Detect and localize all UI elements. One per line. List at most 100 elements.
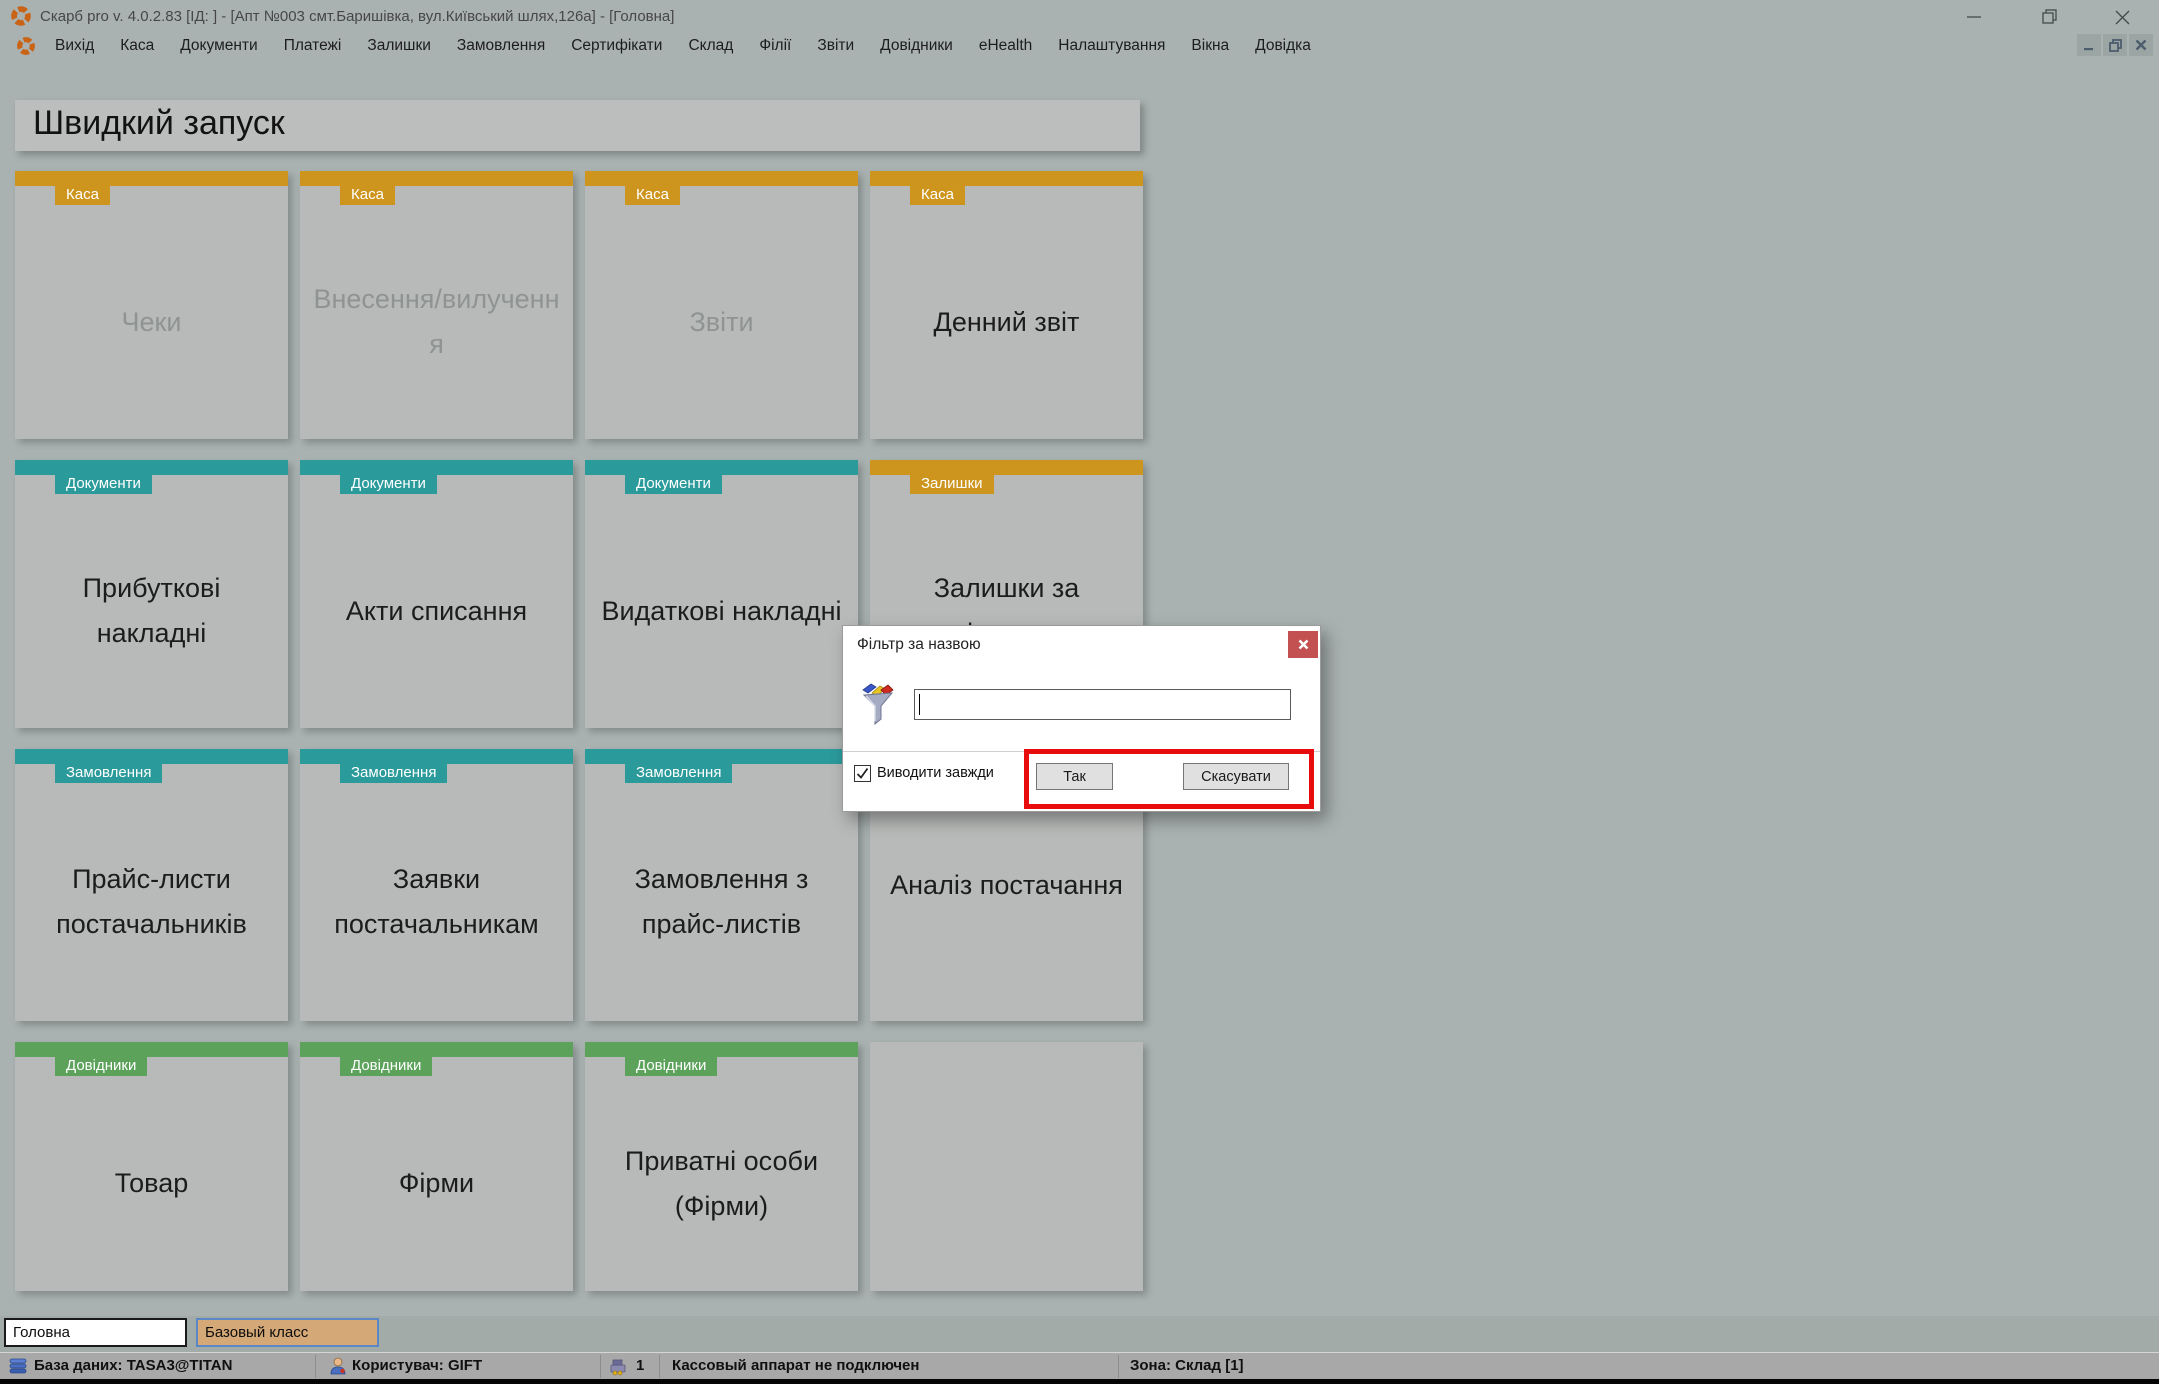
always-show-label: Виводити завжди <box>877 765 994 781</box>
mdi-minimize-icon <box>2084 48 2093 51</box>
tab-bazovyi-klass[interactable]: Базовый класс <box>196 1318 379 1347</box>
tile-category-tab: Довідники <box>340 1057 433 1076</box>
tile-category-bar <box>300 749 573 764</box>
status-separator <box>659 1355 660 1378</box>
filter-name-input[interactable] <box>914 689 1291 720</box>
tile-label: Чеки <box>121 306 182 337</box>
tile-category-bar <box>870 460 1143 475</box>
menu-item-склад[interactable]: Склад <box>675 32 746 59</box>
tile-category-bar <box>585 460 858 475</box>
menu-item-налаштування[interactable]: Налаштування <box>1045 32 1178 59</box>
tab-holovna[interactable]: Головна <box>4 1318 187 1347</box>
close-icon <box>2115 10 2129 24</box>
tile-category-bar <box>15 171 288 186</box>
screen-edge-strip <box>0 1379 2159 1384</box>
tile-label: Видаткові накладні <box>601 595 842 626</box>
minimize-icon <box>1966 16 1981 18</box>
status-database: База даних: TASA3@TITAN <box>34 1357 233 1374</box>
checkmark-icon <box>856 767 869 779</box>
quick-launch-tile[interactable]: Документи Видаткові накладні <box>585 460 858 728</box>
menu-item-вікна[interactable]: Вікна <box>1178 32 1242 59</box>
status-bar: База даних: TASA3@TITAN Користувач: GIFT… <box>0 1352 2159 1379</box>
mdi-restore-icon <box>2108 38 2122 52</box>
tile-category-tab: Документи <box>340 475 437 494</box>
user-icon <box>330 1357 346 1375</box>
status-register-message: Кассовый аппарат не подключен <box>672 1357 920 1374</box>
tile-label: Приватні особи (Фірми) <box>624 1145 819 1221</box>
quick-launch-tile[interactable]: Каса Чеки <box>15 171 288 439</box>
filter-dialog: Фільтр за назвою Виводити завжди Так Ска… <box>842 625 1321 812</box>
database-icon <box>9 1358 27 1374</box>
menu-item-каса[interactable]: Каса <box>107 32 167 59</box>
menu-item-замовлення[interactable]: Замовлення <box>444 32 558 59</box>
menu-bar: Вихід Каса Документи Платежі Залишки Замовлен… <box>0 32 2159 59</box>
quick-launch-tile[interactable]: Документи Прибуткові накладні <box>15 460 288 728</box>
status-separator <box>315 1355 316 1378</box>
restore-icon <box>2042 9 2057 24</box>
restore-button[interactable] <box>2028 4 2072 30</box>
tile-category-bar <box>15 1042 288 1057</box>
tile-category-tab: Замовлення <box>625 764 733 783</box>
menu-item-документи[interactable]: Документи <box>167 32 270 59</box>
dialog-close-icon <box>1298 639 1308 650</box>
mdi-restore-button[interactable] <box>2103 34 2127 56</box>
menu-item-ehealth[interactable]: eHealth <box>966 32 1045 59</box>
tile-category-bar <box>15 460 288 475</box>
menu-item-вихід[interactable]: Вихід <box>42 32 107 59</box>
quick-launch-tile[interactable]: Каса Звіти <box>585 171 858 439</box>
status-register-count: 1 <box>636 1357 645 1374</box>
dialog-close-button[interactable] <box>1288 631 1318 658</box>
tile-category-bar <box>300 171 573 186</box>
tile-label: Заявки постачальникам <box>334 864 539 939</box>
menu-item-сертифікати[interactable]: Сертифікати <box>558 32 675 59</box>
tile-label: Фірми <box>398 1168 475 1198</box>
quick-launch-tile[interactable]: Каса Внесення/вилучення <box>300 171 573 439</box>
minimize-button[interactable] <box>1952 4 1996 30</box>
tile-category-bar <box>585 1042 858 1057</box>
mdi-close-icon <box>2135 39 2147 51</box>
mdi-close-button[interactable] <box>2129 34 2153 56</box>
quick-launch-tile[interactable] <box>870 1042 1143 1291</box>
quick-launch-tile[interactable]: Замовлення Заявки постачальникам <box>300 749 573 1021</box>
cancel-button[interactable]: Скасувати <box>1183 763 1289 790</box>
quick-launch-tile[interactable]: Документи Акти списання <box>300 460 573 728</box>
cash-register-icon <box>610 1359 626 1376</box>
tile-category-tab: Довідники <box>55 1057 148 1076</box>
tile-category-tab: Замовлення <box>55 764 163 783</box>
window-title: Скарб pro v. 4.0.2.83 [ІД: ] - [Апт №003… <box>40 8 675 25</box>
dialog-title: Фільтр за назвою <box>857 636 981 653</box>
tile-category-tab: Довідники <box>625 1057 718 1076</box>
menu-item-звіти[interactable]: Звіти <box>804 32 867 59</box>
tile-category-bar <box>15 749 288 764</box>
menu-item-залишки[interactable]: Залишки <box>354 32 444 59</box>
mdi-minimize-button[interactable] <box>2077 34 2101 56</box>
menu-item-філії[interactable]: Філії <box>746 32 804 59</box>
tile-category-bar <box>300 1042 573 1057</box>
tile-category-bar <box>585 749 858 764</box>
quick-launch-tile[interactable]: Каса Денний звіт <box>870 171 1143 439</box>
close-button[interactable] <box>2100 4 2144 30</box>
tile-category-tab: Каса <box>340 186 395 205</box>
filter-funnel-icon <box>862 683 894 725</box>
tile-category-bar <box>300 460 573 475</box>
tile-label: Прайс-листи постачальників <box>56 864 247 939</box>
text-caret <box>919 694 920 715</box>
quick-launch-tile[interactable]: Замовлення Замовлення з прайс-листів <box>585 749 858 1021</box>
quick-launch-tile[interactable]: Довідники Товар <box>15 1042 288 1291</box>
menu-item-довідники[interactable]: Довідники <box>867 32 966 59</box>
tile-label: Прибуткові накладні <box>82 573 221 648</box>
tile-category-tab: Залишки <box>910 475 994 494</box>
tile-label: Товар <box>114 1168 189 1198</box>
quick-launch-tile[interactable]: Довідники Фірми <box>300 1042 573 1291</box>
tile-category-tab: Каса <box>910 186 965 205</box>
menu-item-довідка[interactable]: Довідка <box>1242 32 1324 59</box>
tile-label <box>870 1042 1143 1291</box>
menu-items: Вихід Каса Документи Платежі Залишки Замовлен… <box>42 32 1324 59</box>
quick-launch-tile[interactable]: Довідники Приватні особи (Фірми) <box>585 1042 858 1291</box>
quick-launch-tile[interactable]: Замовлення Прайс-листи постачальників <box>15 749 288 1021</box>
status-separator <box>1118 1355 1119 1378</box>
ok-button[interactable]: Так <box>1036 763 1113 790</box>
always-show-checkbox[interactable] <box>854 765 871 782</box>
menu-item-платежі[interactable]: Платежі <box>271 32 355 59</box>
tile-category-bar <box>585 171 858 186</box>
